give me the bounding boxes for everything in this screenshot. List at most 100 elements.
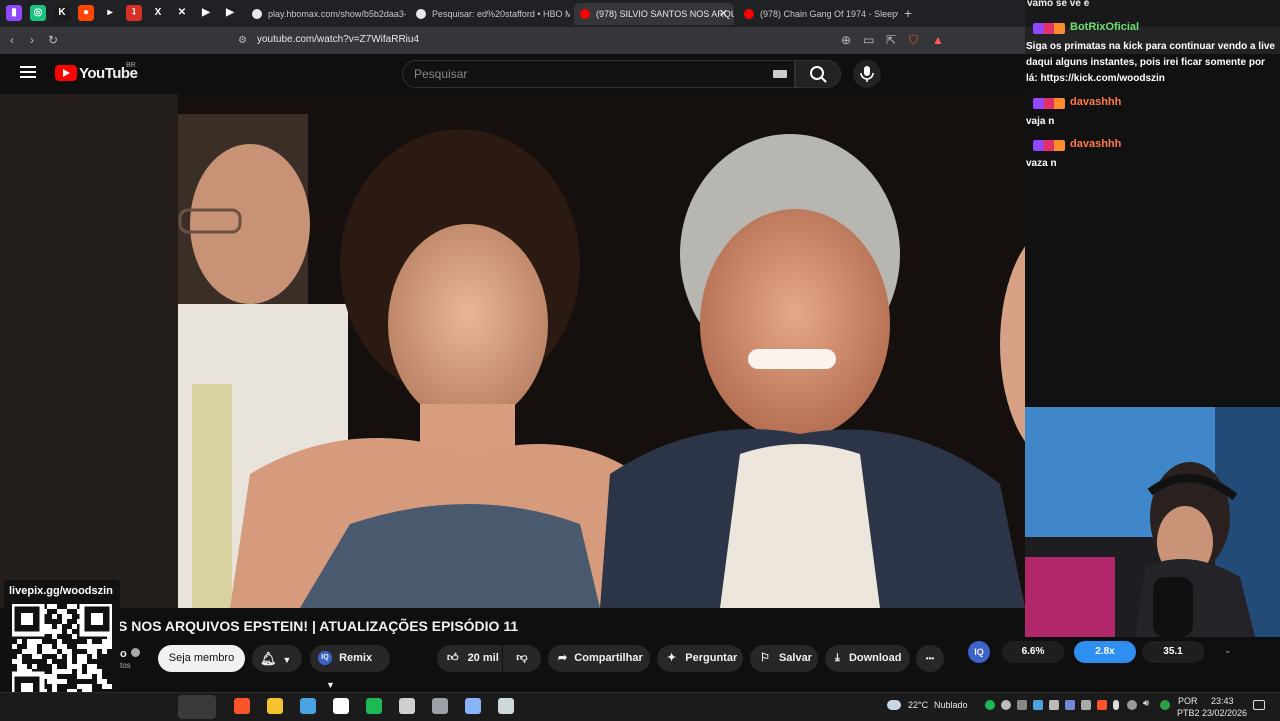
url-text[interactable]: youtube.com/watch?v=Z7WifaRRiu4 <box>257 34 419 45</box>
share-page-icon[interactable]: ⇱ <box>886 33 896 47</box>
notification-icon[interactable] <box>1253 700 1265 710</box>
brave-shields-icon[interactable]: ⛉ <box>909 33 918 48</box>
chat-message-text: vaza n <box>1026 158 1057 169</box>
more-actions-button[interactable]: ••• <box>916 645 944 672</box>
volume-icon[interactable]: 🔊︎ <box>1143 698 1149 709</box>
tray-icon[interactable] <box>1033 700 1043 710</box>
menu-icon[interactable] <box>20 66 36 78</box>
youtube-logo-icon[interactable] <box>55 65 77 81</box>
brave-tray-icon[interactable] <box>1097 700 1107 710</box>
ask-button[interactable]: ✦ Perguntar <box>657 645 743 672</box>
clock-time[interactable]: 23:43 <box>1211 696 1234 706</box>
video-player[interactable] <box>0 94 1025 608</box>
tray-icon[interactable] <box>1017 700 1027 710</box>
download-button[interactable]: ⤓ Download <box>825 645 910 672</box>
zoom-icon[interactable]: ⊕ <box>841 33 851 47</box>
notifications-button[interactable]: 🔔︎ ▼ <box>252 645 302 672</box>
forward-icon[interactable]: › <box>30 33 34 47</box>
calculator-icon[interactable] <box>465 698 481 714</box>
search-icon <box>810 66 827 83</box>
channel-name[interactable]: o <box>120 648 127 660</box>
thumbs-down-icon: 👎︎ <box>516 652 528 664</box>
notepad-icon[interactable] <box>432 698 448 714</box>
chatgpt-icon[interactable]: ◎ <box>30 5 46 21</box>
tab-title: (978) Chain Gang Of 1974 - Sleepwalk <box>760 9 898 19</box>
browser-tab[interactable]: Pesquisar: ed%20stafford • HBO Max <box>410 3 570 25</box>
search-button[interactable] <box>795 60 841 88</box>
tab-favicon-icon <box>580 9 590 19</box>
close-tab-icon[interactable]: ✕ <box>719 3 728 25</box>
keyboard-icon[interactable] <box>773 70 787 78</box>
download-icon: ⤓ <box>835 652 840 664</box>
chat-username: davashhh <box>1070 138 1122 150</box>
chat-badges-icon <box>1033 140 1065 151</box>
share-button[interactable]: ➦ Compartilhar <box>548 645 650 672</box>
dislike-button[interactable]: 👎︎ <box>503 645 541 672</box>
tab-favicon-icon <box>744 9 754 19</box>
keyboard-lang[interactable]: POR <box>1178 696 1198 706</box>
file-explorer-icon[interactable] <box>267 698 283 714</box>
reddit-icon[interactable]: ● <box>78 5 94 21</box>
obs-icon[interactable] <box>399 698 415 714</box>
tray-icon[interactable] <box>1081 700 1091 710</box>
vpn-icon[interactable] <box>498 698 514 714</box>
verified-icon <box>131 648 140 657</box>
tray-icon[interactable] <box>1160 700 1170 710</box>
spotify-icon[interactable] <box>366 698 382 714</box>
new-tab-button[interactable]: + <box>904 5 912 21</box>
x-icon[interactable]: X <box>150 5 166 21</box>
tray-icon[interactable] <box>1127 700 1137 710</box>
chat-badges-icon <box>1033 23 1065 34</box>
chevron-down-icon[interactable]: ⌄ <box>1224 645 1232 656</box>
clock-date[interactable]: 23/02/2026 <box>1202 708 1247 718</box>
brave-icon[interactable] <box>234 698 250 714</box>
browser-tab[interactable]: (978) SILVIO SANTOS NOS ARQU ✕ <box>574 3 734 25</box>
reload-icon[interactable]: ↻ <box>48 33 58 47</box>
chevron-down-icon: ▼ <box>326 680 335 690</box>
qr-code-image <box>9 601 115 707</box>
tray-icon[interactable] <box>1001 700 1011 710</box>
keyboard-layout[interactable]: PTB2 <box>1177 708 1200 718</box>
video-title: S NOS ARQUIVOS EPSTEIN! | ATUALIZAÇÕES E… <box>118 618 519 634</box>
tray-icon[interactable] <box>1049 700 1059 710</box>
kick-icon[interactable]: K <box>54 5 70 21</box>
site-info-icon[interactable]: ⚙ <box>238 35 247 46</box>
youtube-icon[interactable]: ▸ <box>102 5 118 21</box>
youtube-icon[interactable]: ▶ <box>222 5 238 21</box>
download-label: Download <box>848 652 902 664</box>
remix-button[interactable]: IQ Remix ▼ <box>310 645 390 690</box>
tab-title: (978) SILVIO SANTOS NOS ARQU <box>596 9 734 19</box>
chevron-down-icon: ▼ <box>282 655 292 665</box>
mic-icon <box>860 66 874 82</box>
youtube-icon[interactable]: ▶ <box>198 5 214 21</box>
cast-icon[interactable]: ▭ <box>863 33 874 47</box>
back-icon[interactable]: ‹ <box>10 33 14 47</box>
browser-tab[interactable]: (978) Chain Gang Of 1974 - Sleepwalk <box>738 3 898 25</box>
like-button[interactable]: 👍︎ 20 mil <box>437 645 502 672</box>
chat-username: davashhh <box>1070 96 1122 108</box>
region-code: BR <box>126 62 136 69</box>
discord-tray-icon[interactable] <box>1065 700 1075 710</box>
spotify-tray-icon[interactable] <box>985 700 995 710</box>
tab-favicon-icon <box>416 9 426 19</box>
microphone-tray-icon[interactable] <box>1113 700 1119 710</box>
join-button[interactable]: Seja membro <box>158 645 245 672</box>
taskbar-character-icon[interactable] <box>178 695 216 719</box>
tab-title: Pesquisar: ed%20stafford • HBO Max <box>432 9 570 19</box>
share-icon: ➦ <box>558 652 568 664</box>
webcam-image <box>1025 407 1280 637</box>
stat-value: 35.1 <box>1142 641 1204 663</box>
browser-tab[interactable]: play.hbomax.com/show/b5b2daa3-2 <box>246 3 406 25</box>
weather-temp[interactable]: 22°C <box>908 700 928 710</box>
sparkle-icon: ✦ <box>667 652 677 664</box>
bluesky-icon[interactable]: ✕ <box>174 5 190 21</box>
voice-search-button[interactable] <box>853 60 881 88</box>
weather-desc[interactable]: Nublado <box>934 700 968 710</box>
save-button[interactable]: ⚐ Salvar <box>750 645 818 672</box>
capcut-icon[interactable] <box>333 698 349 714</box>
twitch-icon[interactable]: ▮ <box>6 5 22 21</box>
brave-rewards-icon[interactable]: ▲ <box>932 33 944 47</box>
tuta-icon[interactable]: ʇ <box>126 5 142 21</box>
weather-icon[interactable] <box>887 700 901 710</box>
onedrive-icon[interactable] <box>300 698 316 714</box>
